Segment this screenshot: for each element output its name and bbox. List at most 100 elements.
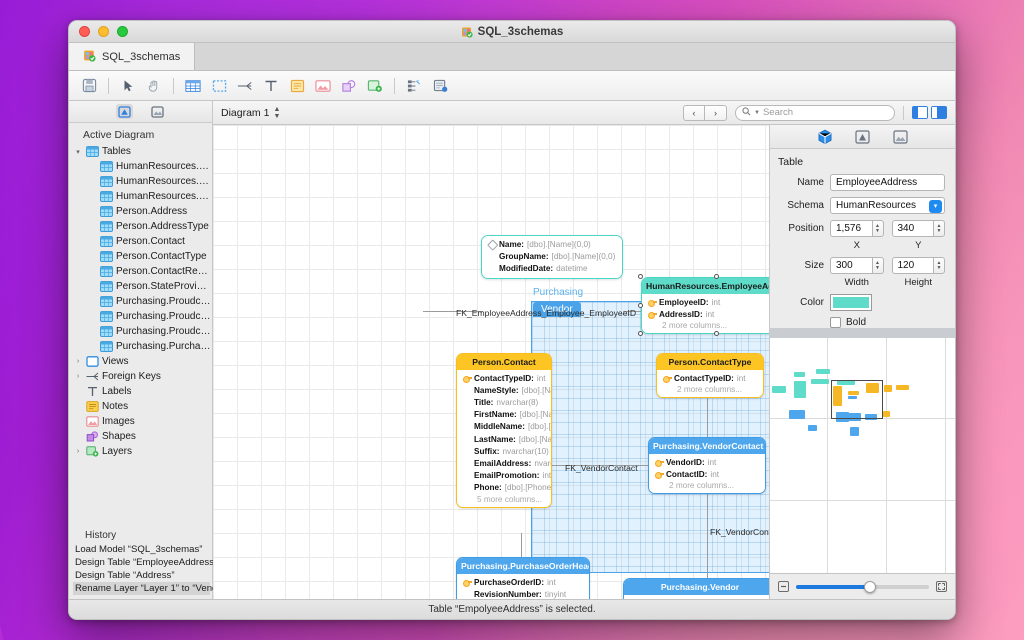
object-inspector-tab[interactable]: [816, 129, 834, 145]
table-column-row[interactable]: NameStyle:[dbo].[NameSt...: [457, 384, 551, 396]
tree-item-table[interactable]: Person.AddressType: [73, 219, 212, 234]
table-header[interactable]: Purchasing.Vendor: [624, 579, 769, 595]
tree-group-shapes[interactable]: Shapes: [73, 429, 212, 444]
table-column-row[interactable]: FirstName:[dbo].[Name](0...: [457, 409, 551, 421]
diagram-table[interactable]: Person.ContactType ContactTypeID:int2 mor…: [656, 353, 764, 398]
table-header[interactable]: HumanResources.EmployeeAddress: [642, 278, 769, 294]
relationship-label[interactable]: FK_EmployeeAddress_Employee_EmployeeID: [456, 308, 636, 318]
table-column-row[interactable]: Suffix:nvarchar(10): [457, 445, 551, 457]
diagram-table[interactable]: Person.Contact ContactTypeID:intNameStyle…: [456, 353, 552, 508]
new-relation-icon[interactable]: [233, 75, 257, 97]
table-name-input[interactable]: EmployeeAddress: [830, 174, 945, 191]
table-header[interactable]: Purchasing.VendorContact: [649, 438, 765, 454]
table-column-row[interactable]: Name:[dbo].[Name](0,0): [482, 238, 622, 250]
zoom-out-button[interactable]: [778, 581, 789, 592]
save-icon[interactable]: [77, 75, 101, 97]
tree-group-notes[interactable]: Notes: [73, 399, 212, 414]
table-column-row[interactable]: MiddleName:[dbo].[Name]...: [457, 421, 551, 433]
tree-group-foreign-keys[interactable]: ›Foreign Keys: [73, 369, 212, 384]
more-columns-label[interactable]: 2 more columns...: [642, 320, 769, 330]
position-x-spinner[interactable]: ▲▼: [872, 220, 884, 237]
history-list[interactable]: Load Model “SQL_3schemas”Design Table “E…: [69, 543, 212, 599]
tree-group-views[interactable]: ›Views: [73, 354, 212, 369]
document-tab[interactable]: SQL_3schemas: [69, 43, 195, 70]
selection-handle[interactable]: [714, 331, 719, 336]
more-columns-label[interactable]: 2 more columns...: [657, 384, 763, 394]
new-view-icon[interactable]: [207, 75, 231, 97]
more-columns-label[interactable]: 5 more columns...: [457, 494, 551, 504]
table-header[interactable]: Purchasing.PurchaseOrderHeader: [457, 558, 589, 574]
diagram-table[interactable]: HumanResources.EmployeeAddress EmployeeID…: [641, 277, 769, 334]
toggle-right-panel-button[interactable]: [931, 106, 947, 119]
table-header[interactable]: Person.ContactType: [657, 354, 763, 370]
table-column-row[interactable]: VendorID:int: [649, 456, 765, 468]
arrange-icon[interactable]: [402, 75, 426, 97]
export-icon[interactable]: [428, 75, 452, 97]
tree-item-table[interactable]: Purchasing.ProudctVen...: [73, 324, 212, 339]
table-column-row[interactable]: ContactTypeID:int: [657, 372, 763, 384]
table-column-row[interactable]: EmailPromotion:int: [457, 470, 551, 482]
tree-item-table[interactable]: Person.ContactRegion: [73, 264, 212, 279]
nav-forward-button[interactable]: ›: [705, 105, 727, 121]
tree-group-labels[interactable]: Labels: [73, 384, 212, 399]
table-column-row[interactable]: GroupName:[dbo].[Name](0,0): [482, 250, 622, 262]
new-label-icon[interactable]: [259, 75, 283, 97]
relationship-label[interactable]: FK_VendorContact_Vendor_VendorID: [710, 527, 769, 537]
table-column-row[interactable]: VendorID:int: [624, 597, 769, 599]
table-column-row[interactable]: Title:nvarchar(8): [457, 396, 551, 408]
table-column-row[interactable]: EmployeeID:int: [642, 296, 769, 308]
tree-item-table[interactable]: Purchasing.Purchasing...: [73, 339, 212, 354]
diagram-table[interactable]: Purchasing.VendorVendorID:intAccountNumb…: [623, 578, 769, 599]
position-y-spinner[interactable]: ▲▼: [933, 220, 945, 237]
color-swatch[interactable]: [830, 294, 872, 311]
selection-handle[interactable]: [638, 331, 643, 336]
new-note-icon[interactable]: [285, 75, 309, 97]
toggle-left-panel-button[interactable]: [912, 106, 928, 119]
new-shape-icon[interactable]: [337, 75, 361, 97]
position-y-input[interactable]: 340: [892, 220, 934, 237]
position-x-input[interactable]: 1,576: [830, 220, 872, 237]
tree-item-table[interactable]: Purchasing.ProudctVen...: [73, 309, 212, 324]
twisty-icon[interactable]: ›: [73, 358, 83, 365]
twisty-icon[interactable]: ›: [73, 373, 83, 380]
table-column-row[interactable]: EmailAddress:nvarchar(50): [457, 457, 551, 469]
size-height-spinner[interactable]: ▲▼: [933, 257, 945, 274]
window-titlebar[interactable]: SQL_3schemas: [69, 21, 955, 43]
zoom-fit-button[interactable]: [936, 581, 947, 592]
tree-group-layers[interactable]: ›Layers: [73, 444, 212, 459]
diagram-table[interactable]: Name:[dbo].[Name](0,0)GroupName:[dbo].[N…: [481, 235, 623, 279]
size-height-input[interactable]: 120: [892, 257, 934, 274]
minimap[interactable]: [770, 338, 955, 573]
selection-handle[interactable]: [714, 274, 719, 279]
search-dropdown-icon[interactable]: ▼: [754, 110, 760, 116]
history-item[interactable]: Rename Layer “Layer 1” to “Vendor”: [73, 582, 210, 595]
minimap-viewport[interactable]: [831, 380, 883, 419]
tree-item-table[interactable]: Person.Address: [73, 204, 212, 219]
position-x-stepper[interactable]: 1,576 ▲▼: [830, 220, 884, 237]
diagram-table[interactable]: Purchasing.VendorContactVendorID:intCont…: [648, 437, 766, 494]
pointer-tool-icon[interactable]: [116, 75, 140, 97]
structure-view-tab[interactable]: [116, 104, 133, 119]
tree-item-table[interactable]: Person.Contact: [73, 234, 212, 249]
diagram-inspector-tab[interactable]: [854, 129, 872, 145]
tree-item-table[interactable]: Person.StateProvince: [73, 279, 212, 294]
tree-group-images[interactable]: Images: [73, 414, 212, 429]
nav-back-button[interactable]: ‹: [683, 105, 705, 121]
more-columns-label[interactable]: 2 more columns...: [649, 480, 765, 490]
size-width-stepper[interactable]: 300 ▲▼: [830, 257, 884, 274]
table-header[interactable]: Person.Contact: [457, 354, 551, 370]
table-column-row[interactable]: ContactTypeID:int: [457, 372, 551, 384]
table-column-row[interactable]: ModifiedDate:datetime: [482, 262, 622, 274]
twisty-icon[interactable]: ›: [73, 448, 83, 455]
table-column-row[interactable]: RevisionNumber:tinyint: [457, 588, 589, 599]
diagram-selector[interactable]: Diagram 1 ▲▼: [221, 106, 280, 120]
position-y-stepper[interactable]: 340 ▲▼: [892, 220, 946, 237]
table-column-row[interactable]: PurchaseOrderID:int: [457, 576, 589, 588]
tree-item-table[interactable]: Purchasing.ProudctVen...: [73, 294, 212, 309]
preview-view-tab[interactable]: [149, 104, 166, 119]
hand-tool-icon[interactable]: [142, 75, 166, 97]
diagram-table[interactable]: Purchasing.PurchaseOrderHeader PurchaseOr…: [456, 557, 590, 599]
table-column-row[interactable]: Phone:[dbo].[Phone](0,0): [457, 482, 551, 494]
search-input[interactable]: ▼ Search: [735, 105, 895, 121]
relationship-label[interactable]: FK_VendorContact: [565, 463, 638, 473]
